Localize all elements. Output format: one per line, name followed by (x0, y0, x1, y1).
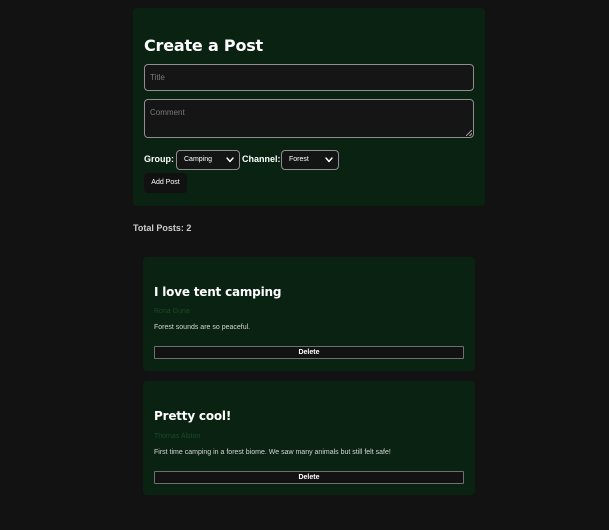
total-posts-count: Total Posts: 2 (133, 223, 192, 233)
resize-grip-icon[interactable] (466, 130, 472, 136)
group-select-value: Camping (184, 156, 213, 163)
create-post-card: Create a Post Group: Camping Channel: Fo… (133, 8, 485, 206)
add-post-button[interactable]: Add Post (144, 173, 187, 193)
group-label: Group: (144, 154, 174, 164)
channel-select[interactable]: Forest (281, 150, 339, 170)
post-body: Forest sounds are so peaceful. (154, 324, 251, 331)
post-card: Pretty cool! Thomas Alston First time ca… (143, 381, 475, 495)
delete-post-button[interactable]: Delete (154, 471, 464, 484)
create-post-heading: Create a Post (144, 36, 264, 55)
post-author: Thomas Alston (154, 433, 201, 440)
group-channel-row: Group: Camping Channel: Forest (144, 150, 474, 170)
delete-post-button[interactable]: Delete (154, 346, 464, 359)
channel-select-value: Forest (289, 156, 309, 163)
title-input[interactable] (144, 64, 474, 91)
channel-label: Channel: (242, 154, 281, 164)
post-title: I love tent camping (154, 285, 282, 299)
post-card: I love tent camping Rona Guna Forest sou… (143, 257, 475, 371)
post-body: First time camping in a forest biome. We… (154, 449, 391, 456)
post-author: Rona Guna (154, 308, 190, 315)
page: Create a Post Group: Camping Channel: Fo… (0, 0, 609, 530)
comment-textarea[interactable] (144, 99, 474, 138)
chevron-down-icon (226, 157, 234, 163)
chevron-down-icon (325, 157, 333, 163)
group-select[interactable]: Camping (176, 150, 240, 170)
post-title: Pretty cool! (154, 409, 232, 423)
